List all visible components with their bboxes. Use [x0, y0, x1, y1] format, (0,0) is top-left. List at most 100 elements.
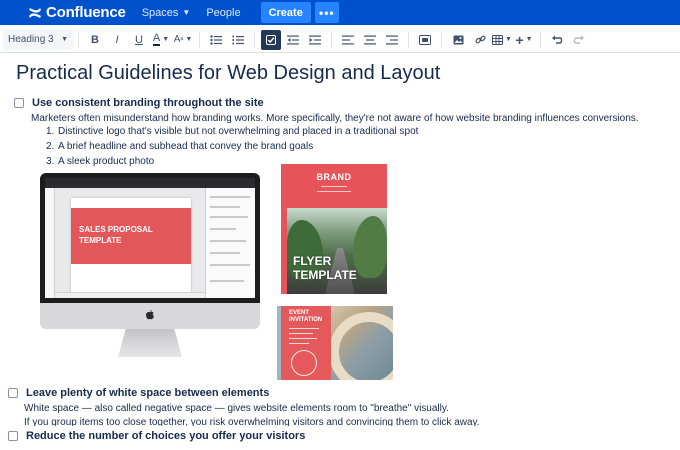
invitation-red-panel: EVENT INVITATION — [281, 306, 331, 380]
task-checkbox[interactable] — [8, 431, 18, 441]
canvas-heading: SALES PROPOSAL TEMPLATE — [79, 224, 153, 246]
undo-button[interactable] — [547, 30, 567, 50]
text-color-label: A — [152, 32, 161, 46]
bullet-list-icon — [210, 34, 222, 45]
monitor-stand — [118, 329, 182, 357]
panel-line — [210, 196, 250, 198]
toolbar-divider — [441, 31, 442, 48]
logo-text: Confluence — [46, 4, 126, 21]
panel-line — [210, 206, 240, 208]
app-menu-bar — [45, 178, 255, 188]
task-label[interactable]: Leave plenty of white space between elem… — [26, 387, 269, 399]
insert-table-button[interactable]: ▼ — [492, 30, 512, 50]
align-left-button[interactable] — [338, 30, 358, 50]
task-checkbox[interactable] — [8, 388, 18, 398]
event-badge — [291, 350, 317, 376]
canvas-heading-line-2: TEMPLATE — [79, 236, 122, 245]
toolbar-divider — [254, 31, 255, 48]
italic-label: I — [115, 33, 119, 46]
bold-label: B — [91, 33, 99, 46]
canvas-heading-line-1: SALES PROPOSAL — [79, 225, 153, 234]
indent-icon — [309, 35, 321, 44]
spaces-menu[interactable]: Spaces ▼ — [142, 7, 191, 19]
app-status-bar — [55, 292, 205, 298]
chevron-down-icon: ▼ — [525, 36, 533, 43]
chevron-down-icon: ▼ — [185, 36, 193, 43]
image-icon — [453, 35, 463, 44]
toolbar-divider — [78, 31, 79, 48]
checkbox-checked-icon — [266, 34, 276, 45]
task-label[interactable]: Reduce the number of choices you offer y… — [26, 430, 305, 442]
align-center-button[interactable] — [360, 30, 380, 50]
insert-image-button[interactable] — [448, 30, 468, 50]
list-item-text: Distinctive logo that's visible but not … — [58, 126, 419, 137]
toolbar-divider — [408, 31, 409, 48]
table-icon — [492, 34, 504, 45]
indent-button[interactable] — [305, 30, 325, 50]
people-link[interactable]: People — [206, 7, 240, 19]
numbered-list-icon — [232, 35, 244, 44]
task-description[interactable]: Marketers often misunderstand how brandi… — [31, 113, 639, 124]
task-description[interactable]: If you group items too close together, y… — [24, 417, 480, 426]
flyer-divider — [321, 186, 347, 187]
task-checkbox[interactable] — [14, 98, 24, 108]
bullet-list-button[interactable] — [206, 30, 226, 50]
task-label[interactable]: Use consistent branding throughout the s… — [32, 97, 264, 109]
task-description[interactable]: White space — also called negative space… — [24, 403, 449, 414]
event-text-line — [289, 338, 317, 339]
sparkle-icon: ᵃ — [180, 35, 184, 44]
event-text-line — [289, 333, 313, 334]
spaces-label: Spaces — [141, 6, 179, 19]
underline-button[interactable]: U — [129, 30, 149, 50]
flyer-title-line-2: TEMPLATE — [293, 268, 357, 282]
event-title-line-1: EVENT — [289, 310, 310, 316]
toolbar-divider — [331, 31, 332, 48]
event-text-line — [289, 328, 319, 329]
toolbar-divider — [199, 31, 200, 48]
event-title-line-2: INVITATION — [289, 317, 323, 323]
bold-button[interactable]: B — [85, 30, 105, 50]
task-item: Reduce the number of choices you offer y… — [8, 430, 305, 442]
task-item: Use consistent branding throughout the s… — [14, 97, 264, 109]
toolbar-divider — [540, 31, 541, 48]
chevron-down-icon: ▼ — [61, 36, 68, 43]
imac-mockup-image[interactable]: SALES PROPOSAL TEMPLATE — [40, 173, 260, 361]
insert-link-button[interactable] — [470, 30, 490, 50]
people-label: People — [206, 6, 241, 19]
create-button[interactable]: Create — [260, 2, 311, 23]
page-layout-button[interactable] — [415, 30, 435, 50]
task-item: Leave plenty of white space between elem… — [8, 387, 269, 399]
layout-icon — [419, 34, 431, 45]
flyer-title: FLYER TEMPLATE — [293, 254, 357, 282]
text-style-dropdown[interactable]: Heading 3 ▼ — [3, 29, 73, 50]
event-text-line — [289, 343, 309, 344]
outdent-button[interactable] — [283, 30, 303, 50]
more-options-button[interactable]: ••• — [314, 2, 339, 23]
italic-button[interactable]: I — [107, 30, 127, 50]
page-title[interactable]: Practical Guidelines for Web Design and … — [16, 62, 440, 85]
align-right-button[interactable] — [382, 30, 402, 50]
flyer-template-image[interactable]: BRAND FLYER TEMPLATE — [281, 164, 387, 294]
confluence-logo[interactable]: Confluence — [28, 4, 126, 21]
undo-icon — [552, 35, 563, 44]
text-color-button[interactable]: A ▼ — [151, 30, 171, 50]
event-invitation-image[interactable]: EVENT INVITATION — [277, 306, 393, 380]
align-left-icon — [342, 35, 354, 44]
app-tool-sidebar — [45, 188, 55, 298]
numbered-list-button[interactable] — [228, 30, 248, 50]
panel-line — [210, 264, 250, 266]
list-item[interactable]: 1. Distinctive logo that's visible but no… — [46, 124, 418, 139]
event-title: EVENT INVITATION — [289, 310, 322, 324]
text-style-value: Heading 3 — [8, 34, 54, 45]
list-number: 2. — [46, 141, 55, 152]
panel-line — [210, 252, 240, 254]
app-properties-panel — [205, 188, 255, 298]
more-formatting-button[interactable]: A ᵃ ▼ — [173, 30, 193, 50]
list-item-text: A brief headline and subhead that convey… — [58, 141, 314, 152]
redo-button[interactable] — [569, 30, 589, 50]
flyer-divider — [317, 191, 351, 192]
insert-more-button[interactable]: + ▼ — [514, 30, 534, 50]
task-list-button[interactable] — [261, 29, 281, 50]
list-item[interactable]: 2. A brief headline and subhead that conv… — [46, 139, 418, 154]
top-navigation-bar: Confluence Spaces ▼ People Create ••• — [0, 0, 680, 25]
